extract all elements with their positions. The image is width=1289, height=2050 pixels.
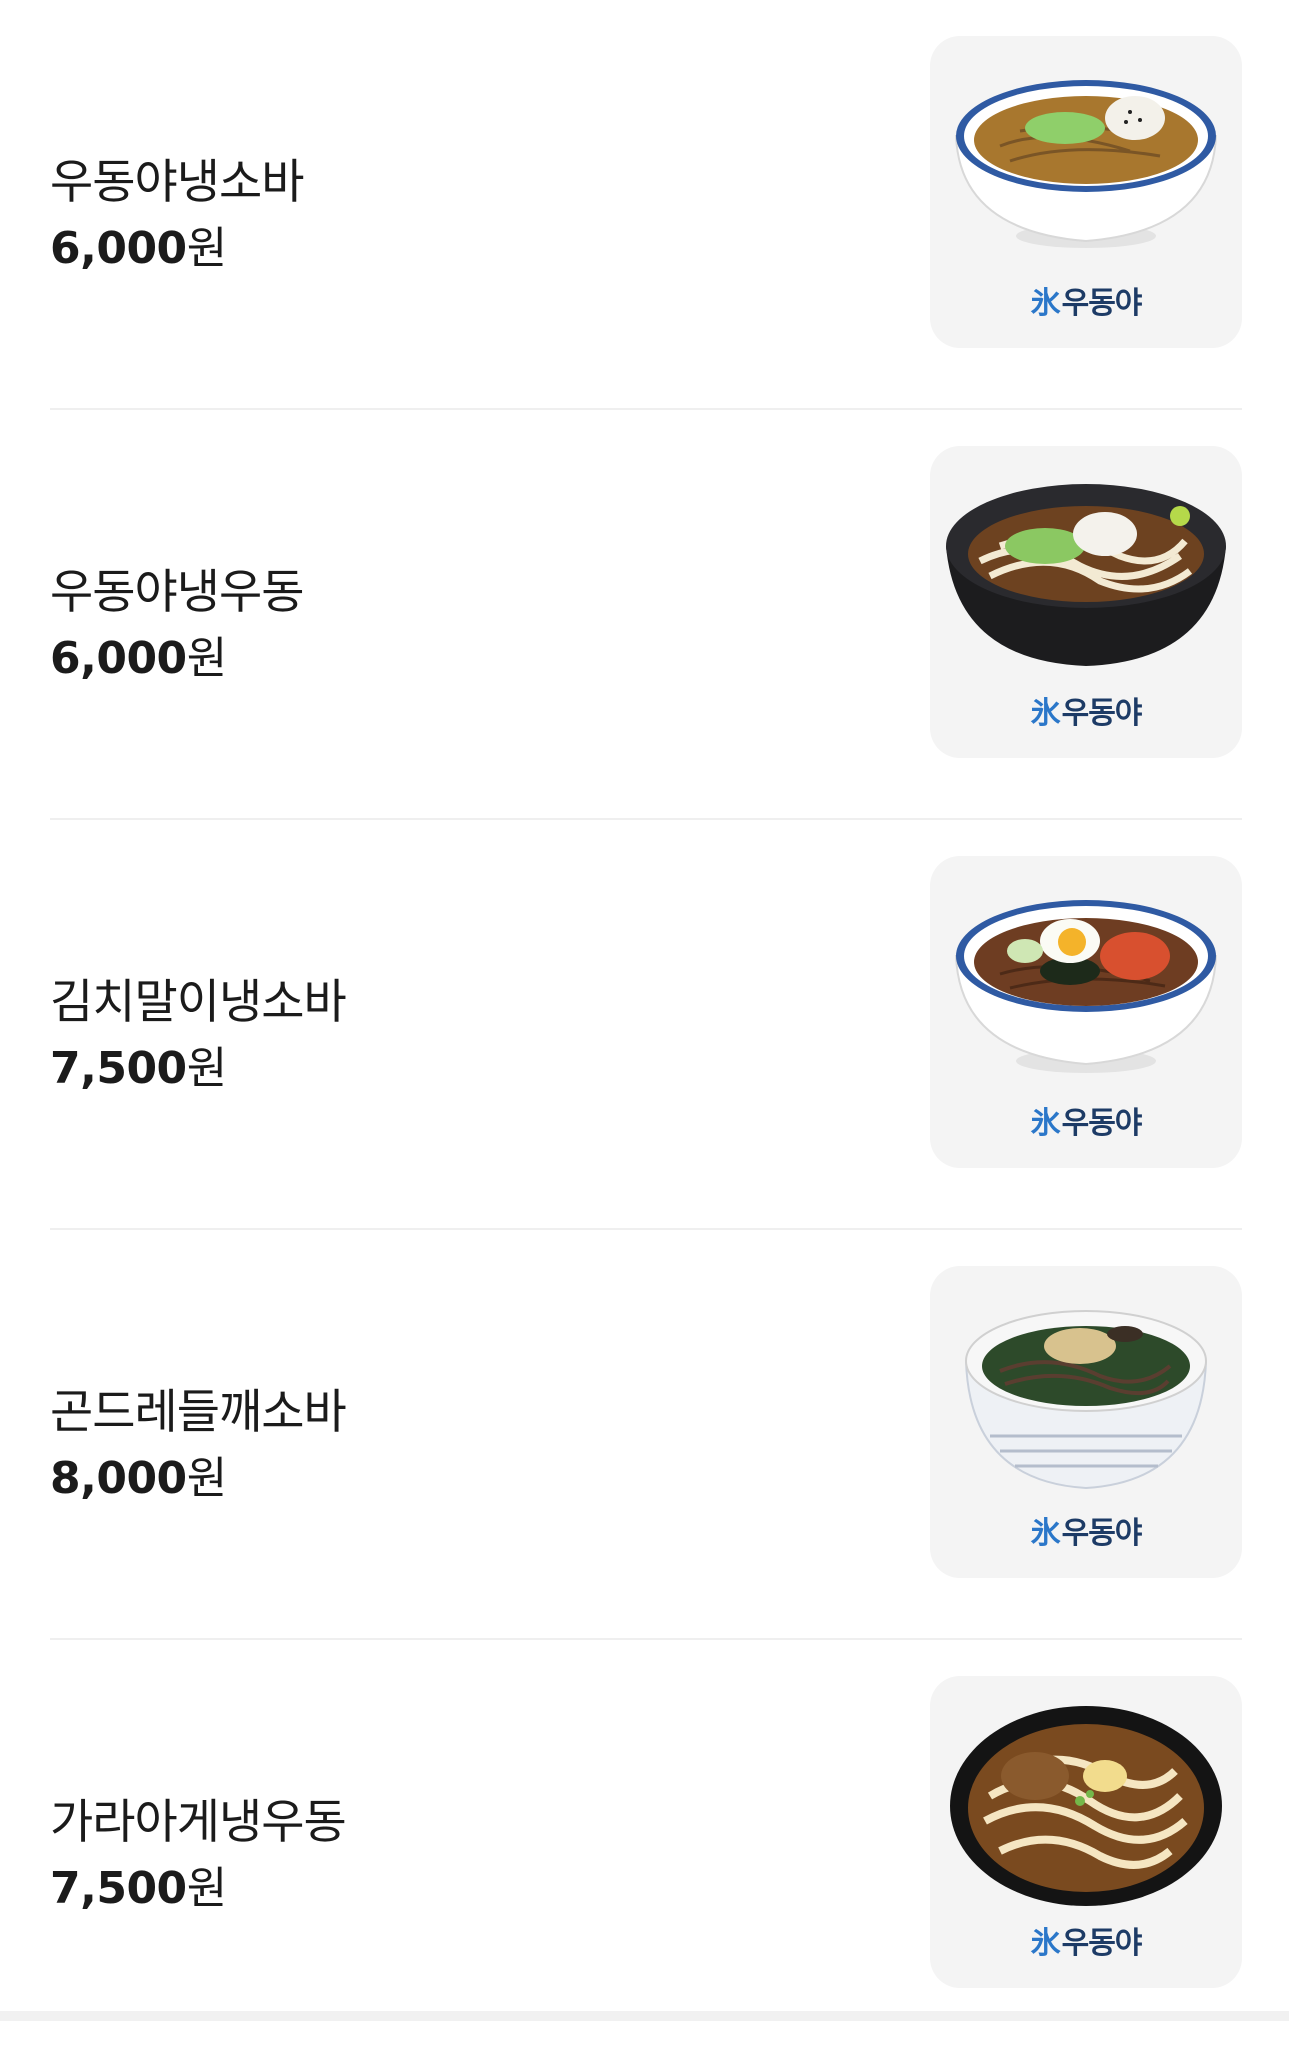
menu-item-name: 우동야냉소바 [50, 155, 304, 210]
price-unit: 원 [186, 223, 227, 274]
menu-item-image[interactable]: 氷우동야 [930, 36, 1242, 348]
menu-list: 우동야냉소바 6,000원 氷우동야 우동야냉우동 6,000원 氷우동야 김치… [0, 0, 1289, 2050]
menu-item[interactable]: 가라아게냉우동 7,500원 氷우동야 [0, 1640, 1289, 2050]
menu-item-text: 가라아게냉우동 7,500원 [50, 1640, 347, 2050]
price-value: 6,000 [50, 223, 187, 274]
menu-item-price: 7,500원 [50, 1861, 346, 1917]
menu-item-text: 김치말이냉소바 7,500원 [50, 820, 347, 1230]
menu-item-name: 곤드레들깨소바 [50, 1385, 347, 1440]
bottom-edge [0, 2011, 1289, 2021]
menu-item[interactable]: 우동야냉우동 6,000원 氷우동야 [0, 410, 1289, 820]
menu-item-name: 가라아게냉우동 [50, 1795, 347, 1850]
price-unit: 원 [186, 1453, 227, 1504]
price-value: 7,500 [50, 1863, 187, 1914]
price-value: 7,500 [50, 1043, 187, 1094]
menu-item-image[interactable]: 氷우동야 [930, 1676, 1242, 1988]
brand-logo: 氷우동야 [1030, 1106, 1143, 1141]
menu-item-image[interactable]: 氷우동야 [930, 446, 1242, 758]
menu-item-name: 김치말이냉소바 [50, 975, 347, 1030]
menu-item-name: 우동야냉우동 [50, 565, 304, 620]
menu-item-price: 7,500원 [50, 1041, 346, 1097]
menu-item-text: 곤드레들깨소바 8,000원 [50, 1230, 347, 1640]
menu-item[interactable]: 김치말이냉소바 7,500원 氷우동야 [0, 820, 1289, 1230]
menu-item-price: 6,000원 [50, 221, 303, 277]
menu-item[interactable]: 우동야냉소바 6,000원 氷우동야 [0, 0, 1289, 410]
price-unit: 원 [186, 1043, 227, 1094]
brand-logo: 氷우동야 [1030, 1516, 1143, 1551]
menu-item-price: 8,000원 [50, 1451, 346, 1507]
price-value: 6,000 [50, 633, 187, 684]
menu-item-text: 우동야냉우동 6,000원 [50, 410, 304, 820]
menu-item-image[interactable]: 氷우동야 [930, 856, 1242, 1168]
brand-logo: 氷우동야 [1030, 1926, 1143, 1961]
brand-logo: 氷우동야 [1030, 286, 1143, 321]
price-unit: 원 [186, 633, 227, 684]
menu-item-image[interactable]: 氷우동야 [930, 1266, 1242, 1578]
brand-logo: 氷우동야 [1030, 696, 1143, 731]
price-unit: 원 [186, 1863, 227, 1914]
price-value: 8,000 [50, 1453, 187, 1504]
menu-item-price: 6,000원 [50, 631, 303, 687]
menu-item-text: 우동야냉소바 6,000원 [50, 0, 304, 410]
menu-item[interactable]: 곤드레들깨소바 8,000원 氷우동야 [0, 1230, 1289, 1640]
